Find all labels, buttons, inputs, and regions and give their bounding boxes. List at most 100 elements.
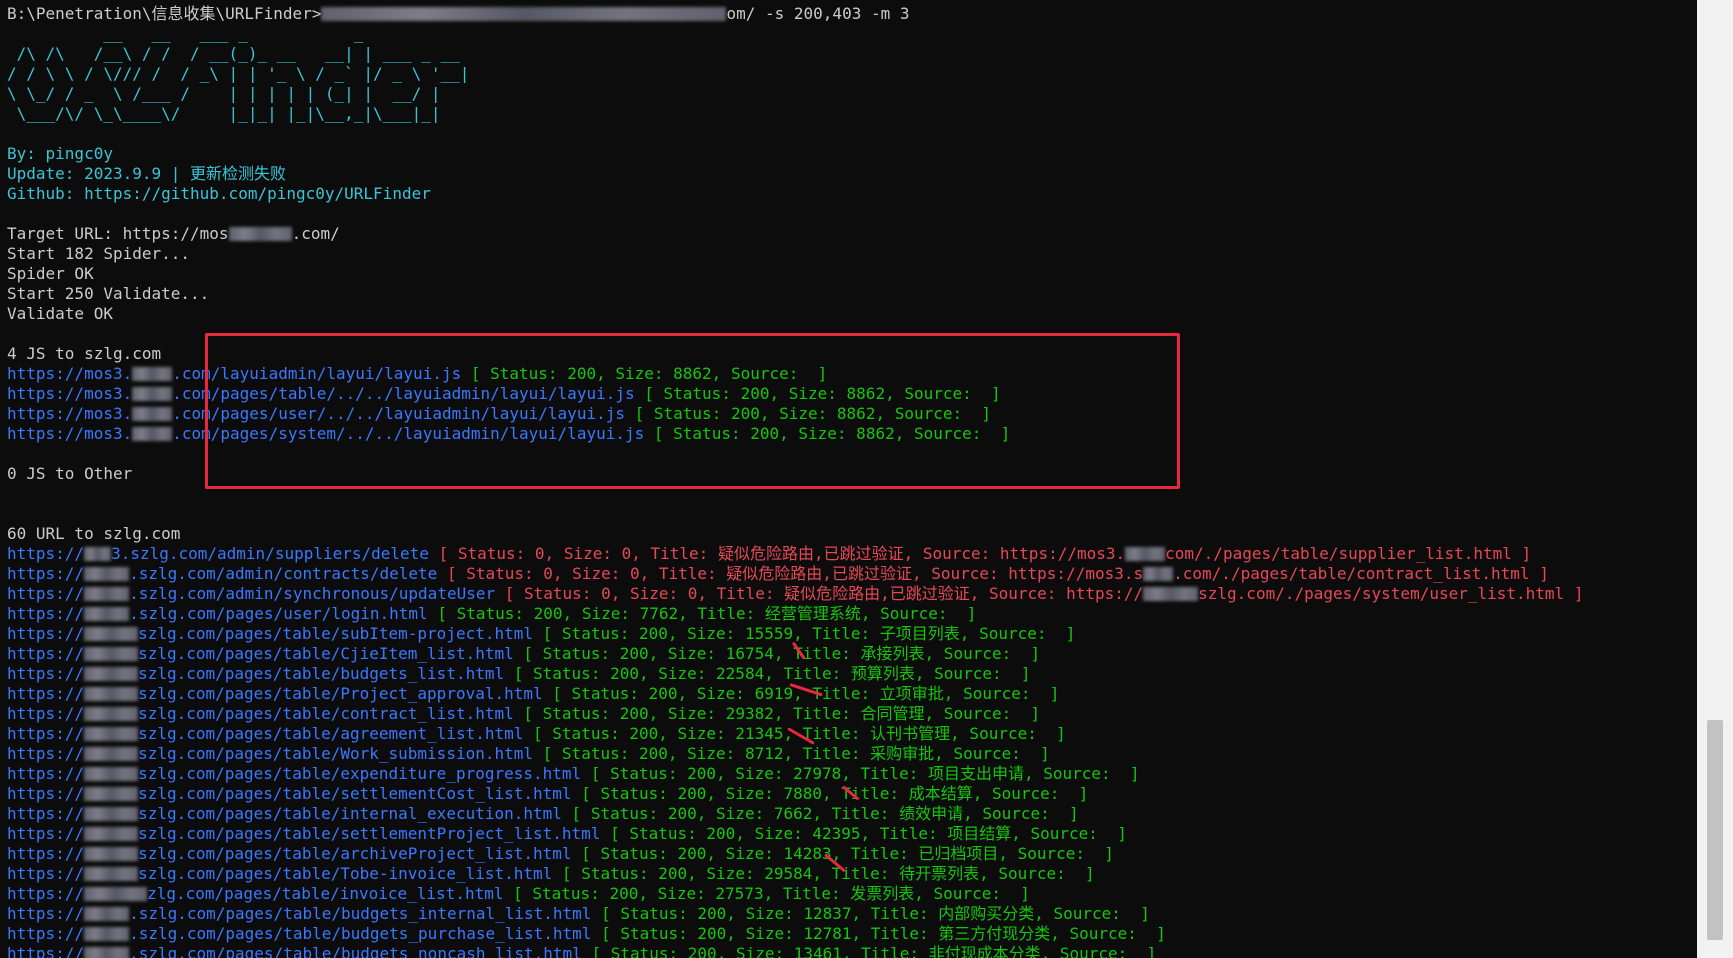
url-result-source: com/./pages/table/supplier_list.html ] [1165,544,1532,563]
url-result: [ Status: 200, Size: 6919, Title: 立项审批, … [552,684,1060,703]
redacted-host [84,627,139,641]
update-line: Update: 2023.9.9 | 更新检测失败 [7,164,287,183]
url-prefix: https:// [7,664,85,683]
url-path: szlg.com/pages/table/Tobe-invoice_list.h… [138,864,553,883]
url-result: [ Status: 0, Size: 0, Title: 疑似危险路由,已跳过验… [438,544,1126,563]
url-result: [ Status: 200, Size: 7762, Title: 经营管理系统… [437,604,977,623]
js-url-prefix: https://mos3. [7,424,133,443]
url-path: .szlg.com/pages/table/budgets_purchase_l… [129,924,592,943]
url-result: [ Status: 0, Size: 0, Title: 疑似危险路由,已跳过验… [504,584,1144,603]
url-prefix: https:// [7,724,85,743]
url-path: 3.szlg.com/admin/suppliers/delete [111,544,429,563]
redacted-host [84,907,130,921]
command-prompt: B:\Penetration\信息收集\URLFinder> [7,4,322,23]
url-path: szlg.com/pages/table/subItem-project.htm… [138,624,534,643]
command-args: om/ -s 200,403 -m 3 [726,4,910,23]
url-result: [ Status: 200, Size: 27978, Title: 项目支出申… [590,764,1140,783]
redacted-host [84,807,139,821]
url-prefix: https:// [7,824,85,843]
redacted-host [84,647,139,661]
banner-line: /\ /\ /__\ / / / __(_)_ __ __| | ___ _ _… [7,44,470,63]
url-prefix: https:// [7,844,85,863]
redacted-host [84,747,139,761]
redacted-host [84,607,130,621]
url-row-error: https:// .szlg.com/admin/contracts/delete… [7,564,1549,584]
redacted-host [84,787,139,801]
url-row: https:// szlg.com/pages/table/Tobe-invoic… [7,864,1095,884]
js-section-header: 4 JS to szlg.com [7,344,162,363]
scrollbar-thumb[interactable] [1707,720,1723,940]
url-prefix: https:// [7,544,85,563]
url-prefix: https:// [7,764,85,783]
url-section-header: 60 URL to szlg.com [7,524,181,543]
url-row-error: https:// .szlg.com/admin/synchronous/upda… [7,584,1583,604]
url-result: [ Status: 200, Size: 7662, Title: 绩效申请, … [571,804,1079,823]
redacted-host [132,407,173,421]
url-path: szlg.com/pages/table/contract_list.html [138,704,514,723]
url-row: https:// szlg.com/pages/table/Work_submis… [7,744,1050,764]
url-result: [ Status: 200, Size: 12781, Title: 第三方付现… [601,924,1166,943]
url-prefix: https:// [7,644,85,663]
url-path: .szlg.com/admin/contracts/delete [129,564,438,583]
js-url-prefix: https://mos3. [7,384,133,403]
url-result: [ Status: 200, Size: 22584, Title: 预算列表,… [513,664,1031,683]
url-result: [ Status: 0, Size: 0, Title: 疑似危险路由,已跳过验… [446,564,1144,583]
url-prefix: https:// [7,684,85,703]
url-row: https:// szlg.com/pages/table/settlementC… [7,784,1088,804]
url-row: https:// szlg.com/pages/table/internal_ex… [7,804,1079,824]
url-result: [ Status: 200, Size: 15559, Title: 子项目列表… [542,624,1076,643]
url-result: [ Status: 200, Size: 42395, Title: 项目结算,… [610,824,1127,843]
url-path: szlg.com/pages/table/settlementProject_l… [138,824,601,843]
url-path: szlg.com/pages/table/Project_approval.ht… [138,684,543,703]
target-url-prefix: Target URL: https://mos [7,224,229,243]
terminal-window[interactable]: B:\Penetration\信息收集\URLFinder> om/ -s 200… [0,0,1697,958]
redacted-host [84,687,139,701]
validate-start-line: Start 250 Validate... [7,284,210,303]
url-result-source: szlg.com/./pages/system/user_list.html ] [1198,584,1584,603]
url-path: szlg.com/pages/table/budgets_list.html [138,664,505,683]
target-url-line: Target URL: https://mos .com/ [7,224,340,244]
url-row: https://.szlg.com/pages/user/login.html … [7,604,976,624]
url-path: szlg.com/pages/table/CjieItem_list.html [138,644,514,663]
redacted-host [1143,567,1174,581]
url-prefix: https:// [7,704,85,723]
url-path: szlg.com/pages/table/settlementCost_list… [138,784,572,803]
url-path: zlg.com/pages/table/invoice_list.html [147,884,504,903]
redacted-host [132,427,173,441]
url-row: https:// .szlg.com/pages/table/budgets_pu… [7,924,1166,944]
js-url-prefix: https://mos3. [7,404,133,423]
js-url-prefix: https://mos3. [7,364,133,383]
url-result-source: .com/./pages/table/contract_list.html ] [1173,564,1549,583]
url-path: .szlg.com/pages/user/login.html [129,604,428,623]
url-prefix: https:// [7,904,85,923]
url-path: .szlg.com/pages/table/budgets_internal_l… [129,904,592,923]
url-path: szlg.com/pages/table/archiveProject_list… [138,844,572,863]
url-prefix: https:// [7,864,85,883]
redacted-target [228,227,292,241]
redacted-host [84,847,139,861]
redacted-host [84,587,130,601]
url-prefix: https:// [7,604,85,623]
url-result: [ Status: 200, Size: 29584, Title: 待开票列表… [561,864,1095,883]
redacted-host [1143,587,1199,601]
redacted-host [132,387,173,401]
url-result: [ Status: 200, Size: 16754, Title: 承接列表,… [523,644,1041,663]
url-result: [ Status: 200, Size: 7880, Title: 成本结算, … [581,784,1089,803]
js-other-line: 0 JS to Other [7,464,133,483]
url-result: [ Status: 200, Size: 29382, Title: 合同管理,… [523,704,1041,723]
url-path: szlg.com/pages/table/agreement_list.html [138,724,524,743]
url-result: [ Status: 200, Size: 14283, Title: 已归档项目… [581,844,1114,863]
url-result: [ Status: 200, Size: 27573, Title: 发票列表,… [513,884,1030,903]
url-row: https:// .szlg.com/pages/table/budgets_in… [7,904,1150,924]
url-prefix: https:// [7,924,85,943]
banner-line: \ \_/ / _ \ /___ / | | | | | (_| | __/ | [7,84,470,103]
spider-start-line: Start 182 Spider... [7,244,191,263]
url-row: https:// szlg.com/pages/table/expenditure… [7,764,1140,784]
redacted-host [84,827,139,841]
url-prefix: https:// [7,944,85,958]
url-prefix: https:// [7,804,85,823]
url-row: https:// szlg.com/pages/table/settlementP… [7,824,1127,844]
redacted-target [321,7,727,21]
url-prefix: https:// [7,784,85,803]
url-prefix: https:// [7,884,85,903]
